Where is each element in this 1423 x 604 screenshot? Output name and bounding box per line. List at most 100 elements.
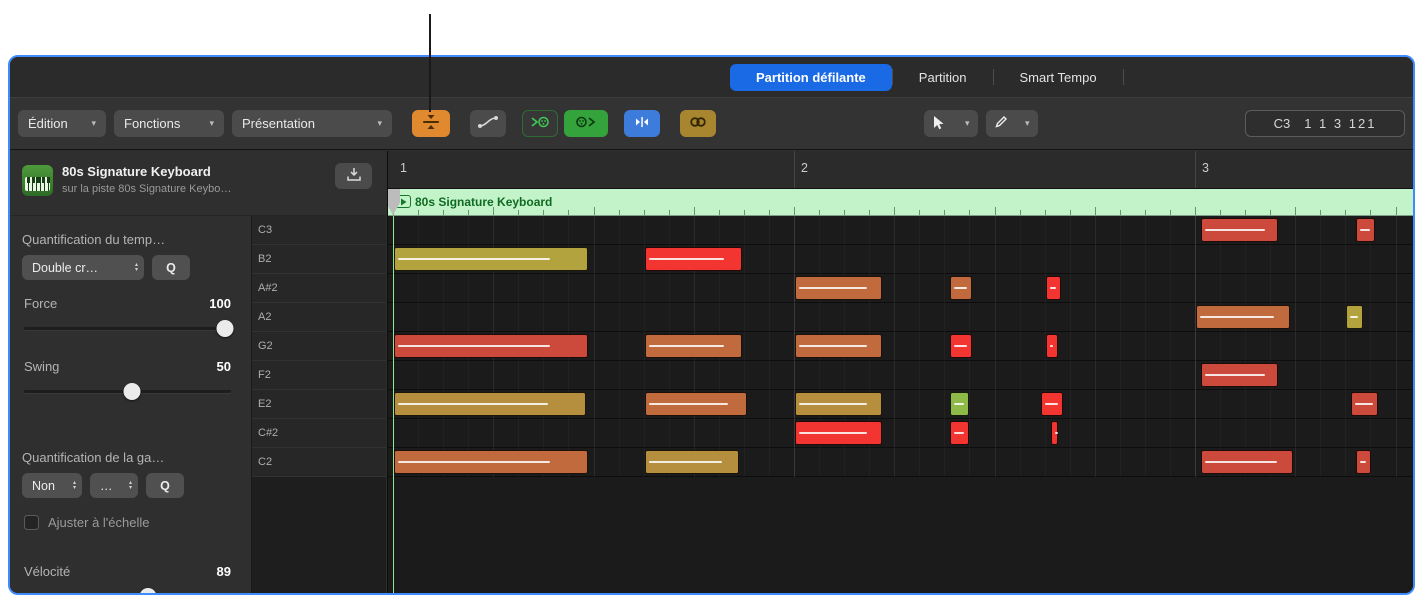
lane-row [388, 274, 1413, 303]
midi-note-B2[interactable] [394, 247, 588, 271]
midi-note-A2[interactable] [1196, 305, 1290, 329]
time-quantize-value: Double cr… [32, 261, 98, 275]
region-tick [568, 210, 569, 215]
midi-note-A2[interactable] [1346, 305, 1363, 329]
grid-line [1245, 216, 1246, 477]
note-velocity-line [1205, 461, 1277, 463]
velocity-label: Vélocité [24, 564, 70, 579]
slider-knob[interactable] [123, 383, 140, 400]
grid-line [769, 216, 770, 477]
midi-note-G2[interactable] [645, 334, 742, 358]
midi-in-button[interactable] [522, 110, 558, 137]
midi-note-C3[interactable] [1356, 218, 1375, 242]
region-tick [619, 210, 620, 215]
popup-chevrons-icon: ▴▾ [73, 481, 76, 491]
slider-knob[interactable] [140, 588, 157, 593]
midi-note-B2[interactable] [645, 247, 742, 271]
midi-note-G2[interactable] [795, 334, 882, 358]
midi-note-As2[interactable] [795, 276, 882, 300]
tab-smart-tempo[interactable]: Smart Tempo [994, 64, 1123, 91]
midi-note-C2[interactable] [1356, 450, 1371, 474]
lane-label-Cs2: C#2 [252, 419, 386, 448]
region-tick [1345, 210, 1346, 215]
velocity-slider[interactable] [24, 588, 231, 593]
tab-partition[interactable]: Partition [893, 64, 993, 91]
region-tick [1120, 210, 1121, 215]
fonctions-menu-button[interactable]: Fonctions ▾ [114, 110, 224, 137]
midi-note-G2[interactable] [394, 334, 588, 358]
midi-note-As2[interactable] [1046, 276, 1061, 300]
midi-note-E2[interactable] [645, 392, 747, 416]
midi-note-G2[interactable] [1046, 334, 1058, 358]
lane-label-C3: C3 [252, 216, 386, 245]
scale-root-popup[interactable]: Non ▴▾ [22, 473, 82, 498]
fit-to-scale-checkbox[interactable] [24, 515, 39, 530]
presentation-menu-button[interactable]: Présentation ▾ [232, 110, 392, 137]
midi-note-C3[interactable] [1201, 218, 1278, 242]
note-grid[interactable] [388, 216, 1413, 593]
playhead-line[interactable] [393, 216, 394, 593]
scale-type-popup[interactable]: … ▴▾ [90, 473, 138, 498]
note-velocity-line [1350, 316, 1358, 318]
midi-note-Cs2[interactable] [1051, 421, 1058, 445]
region-tick [1295, 207, 1296, 215]
region-title: 80s Signature Keyboard [62, 164, 211, 179]
bar-ruler[interactable]: 123 [388, 151, 1413, 189]
catch-playhead-button[interactable] [624, 110, 660, 137]
edition-menu-label: Édition [28, 116, 68, 131]
time-quantize-apply-button[interactable]: Q [152, 255, 190, 280]
midi-step-input-button[interactable] [564, 110, 608, 137]
midi-note-E2[interactable] [1351, 392, 1378, 416]
midi-draw-button[interactable] [470, 110, 506, 137]
region-tick [644, 210, 645, 215]
lane-label-C2: C2 [252, 448, 386, 477]
grid-line [995, 216, 996, 477]
pitch-lane-labels: C3B2A#2A2G2F2E2C#2C2 [252, 216, 386, 593]
note-velocity-line [1355, 403, 1373, 405]
grid-line [1396, 216, 1397, 477]
slider-knob[interactable] [216, 320, 233, 337]
region-tick [543, 210, 544, 215]
region-tick [819, 210, 820, 215]
pencil-tool-button[interactable]: ▾ [986, 110, 1038, 137]
midi-note-C2[interactable] [645, 450, 739, 474]
region-header-title: 80s Signature Keyboard [415, 195, 552, 209]
midi-note-C2[interactable] [1201, 450, 1293, 474]
scale-quantize-apply-button[interactable]: Q [146, 473, 184, 498]
grid-line [1295, 216, 1296, 477]
note-velocity-line [799, 432, 867, 434]
swing-slider[interactable] [24, 383, 231, 400]
midi-note-E2[interactable] [950, 392, 969, 416]
midi-note-E2[interactable] [1041, 392, 1063, 416]
apply-to-track-button[interactable] [335, 163, 372, 189]
region-header[interactable]: 80s Signature Keyboard [388, 189, 1413, 216]
midi-note-Cs2[interactable] [950, 421, 969, 445]
position-note: C3 [1274, 116, 1291, 131]
midi-note-C2[interactable] [394, 450, 588, 474]
note-velocity-line [954, 432, 964, 434]
strength-slider[interactable] [24, 320, 231, 337]
time-quantize-popup[interactable]: Double cr… ▴▾ [22, 255, 144, 280]
pointer-tool-button[interactable]: ▾ [924, 110, 978, 137]
lane-label-E2: E2 [252, 390, 386, 419]
grid-line [1020, 216, 1021, 477]
midi-note-Cs2[interactable] [795, 421, 882, 445]
grid-line [1270, 216, 1271, 477]
region-tick [1220, 210, 1221, 215]
midi-note-E2[interactable] [795, 392, 882, 416]
midi-note-As2[interactable] [950, 276, 972, 300]
note-velocity-line [649, 461, 723, 463]
midi-note-E2[interactable] [394, 392, 586, 416]
link-mode-button[interactable] [680, 110, 716, 137]
velocity-value: 89 [217, 564, 231, 579]
ruler-bar-line [1195, 151, 1196, 188]
lane-label-G2: G2 [252, 332, 386, 361]
scale-root-value: Non [32, 479, 55, 493]
collapse-mode-button[interactable] [412, 110, 450, 137]
midi-note-G2[interactable] [950, 334, 972, 358]
edition-menu-button[interactable]: Édition ▾ [18, 110, 106, 137]
tab-partition-defilante[interactable]: Partition défilante [730, 64, 892, 91]
bar-number-1: 1 [400, 161, 407, 175]
midi-note-F2[interactable] [1201, 363, 1278, 387]
lane-row [388, 419, 1413, 448]
